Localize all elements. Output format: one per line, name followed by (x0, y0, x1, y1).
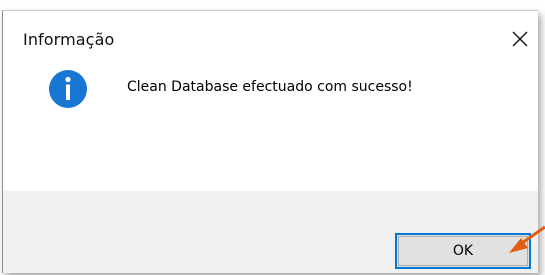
screenshot-stage: Informação Clean Database efectuado com … (0, 0, 545, 275)
dialog-message: Clean Database efectuado com sucesso! (127, 79, 413, 95)
message-dialog: Informação Clean Database efectuado com … (2, 10, 538, 273)
close-icon (512, 31, 528, 47)
ok-button-label: OK (452, 243, 474, 259)
ok-button[interactable]: OK (395, 233, 531, 269)
info-icon (49, 70, 87, 108)
close-button[interactable] (504, 21, 538, 55)
dialog-title: Informação (23, 30, 115, 49)
title-bar: Informação (3, 11, 538, 67)
